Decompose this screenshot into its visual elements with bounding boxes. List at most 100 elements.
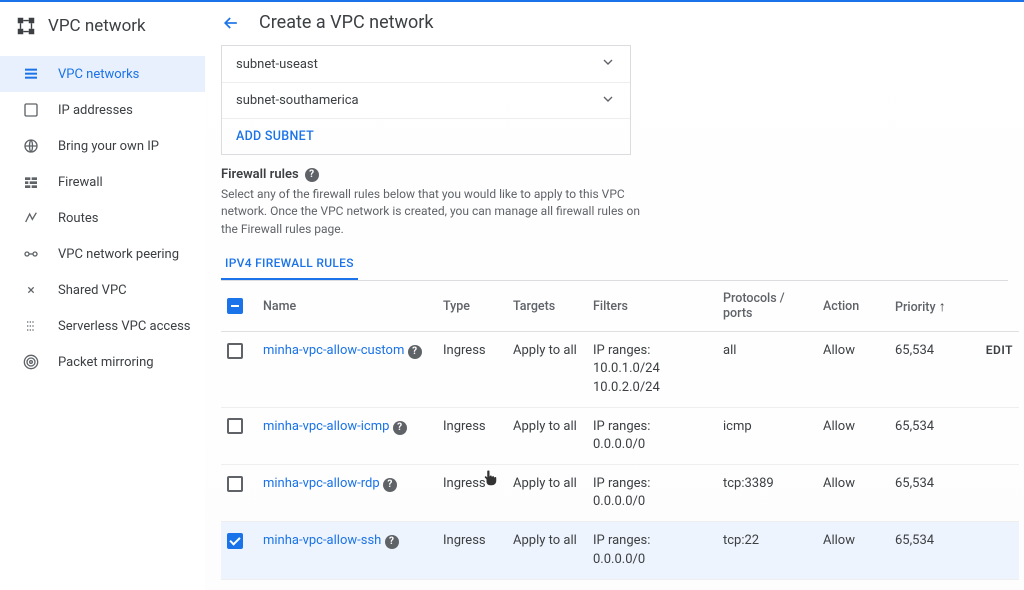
help-icon[interactable]: ?: [385, 535, 399, 549]
firewall-section-title: Firewall rules ?: [221, 167, 1008, 182]
th-action[interactable]: Action: [817, 281, 889, 332]
sidebar-item-packet-mirroring[interactable]: Packet mirroring: [0, 344, 205, 380]
rule-checkbox[interactable]: [227, 533, 243, 549]
sidebar-item-bring-your-own-ip[interactable]: Bring your own IP: [0, 128, 205, 164]
rule-action: Allow: [817, 522, 889, 579]
sidebar-item-label: Shared VPC: [58, 283, 127, 298]
th-protocols[interactable]: Protocols / ports: [717, 281, 817, 332]
th-filters[interactable]: Filters: [587, 281, 717, 332]
rule-name[interactable]: minha-vpc-allow-ssh ?: [257, 522, 437, 579]
product-title: VPC network: [0, 2, 205, 52]
sort-asc-icon: ↑: [939, 299, 946, 315]
chevron-down-icon: [600, 91, 616, 111]
rule-checkbox[interactable]: [227, 418, 243, 434]
sidebar-item-label: Bring your own IP: [58, 139, 159, 154]
rule-filters: IP ranges:10.0.1.0/24 10.0.2.0/24: [587, 332, 717, 408]
rule-protocols: tcp:3389: [717, 465, 817, 522]
rule-filters: IP ranges:0.0.0.0/0: [587, 522, 717, 579]
rule-targets: Apply to all: [507, 579, 587, 590]
serverless-icon: [22, 318, 40, 334]
rule-action: Allow: [817, 465, 889, 522]
firewall-tabs: IPV4 FIREWALL RULES: [221, 248, 1008, 281]
rule-targets: Apply to all: [507, 465, 587, 522]
peering-icon: [22, 246, 40, 262]
sidebar-item-shared-vpc[interactable]: Shared VPC: [0, 272, 205, 308]
sidebar: VPC network VPC networks IP addresses Brin…: [0, 2, 205, 590]
routes-icon: [22, 210, 40, 226]
sidebar-item-label: Serverless VPC access: [58, 319, 191, 334]
firewall-description: Select any of the firewall rules below t…: [221, 186, 641, 238]
help-icon[interactable]: ?: [383, 478, 397, 492]
help-icon[interactable]: ?: [408, 345, 422, 359]
rule-checkbox[interactable]: [227, 476, 243, 492]
rule-protocols: icmp: [717, 407, 817, 464]
rule-targets: Apply to all: [507, 332, 587, 408]
sidebar-item-vpc-network-peering[interactable]: VPC network peering: [0, 236, 205, 272]
add-subnet-row: ADD SUBNET: [222, 118, 630, 154]
help-icon[interactable]: ?: [305, 168, 319, 182]
rule-checkbox[interactable]: [227, 343, 243, 359]
edit-button[interactable]: EDIT: [986, 343, 1013, 357]
th-priority[interactable]: Priority ↑: [889, 281, 969, 332]
sidebar-item-firewall[interactable]: Firewall: [0, 164, 205, 200]
rule-name[interactable]: minha-vpc-deny-all-ingress ?: [257, 579, 437, 590]
firewall-title-text: Firewall rules: [221, 167, 299, 182]
rule-priority: 65,534: [889, 332, 969, 408]
main-panel: Create a VPC network subnet-useast subne…: [205, 2, 1024, 590]
ip-icon: [22, 102, 40, 118]
help-icon[interactable]: ?: [393, 421, 407, 435]
sidebar-item-label: VPC network peering: [58, 247, 179, 262]
rule-action: Allow: [817, 332, 889, 408]
rule-targets: Apply to all: [507, 407, 587, 464]
sidebar-item-ip-addresses[interactable]: IP addresses: [0, 92, 205, 128]
sidebar-item-routes[interactable]: Routes: [0, 200, 205, 236]
th-targets[interactable]: Targets: [507, 281, 587, 332]
sidebar-item-label: Routes: [58, 211, 98, 226]
tab-ipv4-firewall[interactable]: IPV4 FIREWALL RULES: [221, 248, 358, 280]
rule-targets: Apply to all: [507, 522, 587, 579]
th-select-all[interactable]: [221, 281, 257, 332]
rule-type: Ingress: [437, 332, 507, 408]
mirror-icon: [22, 354, 40, 370]
firewall-icon: [22, 174, 40, 190]
firewall-rule-row: minha-vpc-allow-icmp ?IngressApply to al…: [221, 407, 1019, 464]
subnet-label: subnet-useast: [236, 57, 318, 72]
select-all-checkbox[interactable]: [227, 298, 243, 314]
subnet-row-useast[interactable]: subnet-useast: [222, 46, 630, 82]
rule-type: Ingress: [437, 465, 507, 522]
rule-name[interactable]: minha-vpc-allow-custom ?: [257, 332, 437, 408]
page-header: Create a VPC network: [205, 2, 1024, 45]
sidebar-item-label: IP addresses: [58, 103, 133, 118]
product-title-text: VPC network: [48, 16, 146, 36]
rule-protocols: all: [717, 579, 817, 590]
rule-type: Ingress: [437, 579, 507, 590]
rule-name[interactable]: minha-vpc-allow-icmp ?: [257, 407, 437, 464]
rule-priority: 65,534: [889, 407, 969, 464]
subnet-row-southamerica[interactable]: subnet-southamerica: [222, 82, 630, 118]
rule-priority: 65,535: [889, 579, 969, 590]
firewall-rule-row: minha-vpc-allow-custom ?IngressApply to …: [221, 332, 1019, 408]
rule-filters: IP ranges:0.0.0.0/0: [587, 407, 717, 464]
firewall-rule-row: minha-vpc-allow-rdp ?IngressApply to all…: [221, 465, 1019, 522]
rule-protocols: tcp:22: [717, 522, 817, 579]
vpc-network-icon: [14, 14, 38, 38]
rule-filters: IP ranges:0.0.0.0/0: [587, 465, 717, 522]
globe-icon: [22, 138, 40, 154]
back-icon[interactable]: [221, 13, 241, 33]
sidebar-item-label: Packet mirroring: [58, 355, 154, 370]
th-type[interactable]: Type: [437, 281, 507, 332]
shared-icon: [22, 282, 40, 298]
sidebar-item-vpc-networks[interactable]: VPC networks: [0, 56, 205, 92]
firewall-rules-table: Name Type Targets Filters Protocols / po…: [221, 281, 1019, 590]
rule-priority: 65,534: [889, 465, 969, 522]
rule-action: Allow: [817, 407, 889, 464]
rule-type: Ingress: [437, 407, 507, 464]
subnet-label: subnet-southamerica: [236, 93, 359, 108]
sidebar-item-label: VPC networks: [58, 67, 139, 82]
rule-name[interactable]: minha-vpc-allow-rdp ?: [257, 465, 437, 522]
th-name[interactable]: Name: [257, 281, 437, 332]
chevron-down-icon: [600, 54, 616, 74]
firewall-rule-row: minha-vpc-deny-all-ingress ?IngressApply…: [221, 579, 1019, 590]
add-subnet-button[interactable]: ADD SUBNET: [236, 129, 314, 144]
sidebar-item-serverless-vpc-access[interactable]: Serverless VPC access: [0, 308, 205, 344]
